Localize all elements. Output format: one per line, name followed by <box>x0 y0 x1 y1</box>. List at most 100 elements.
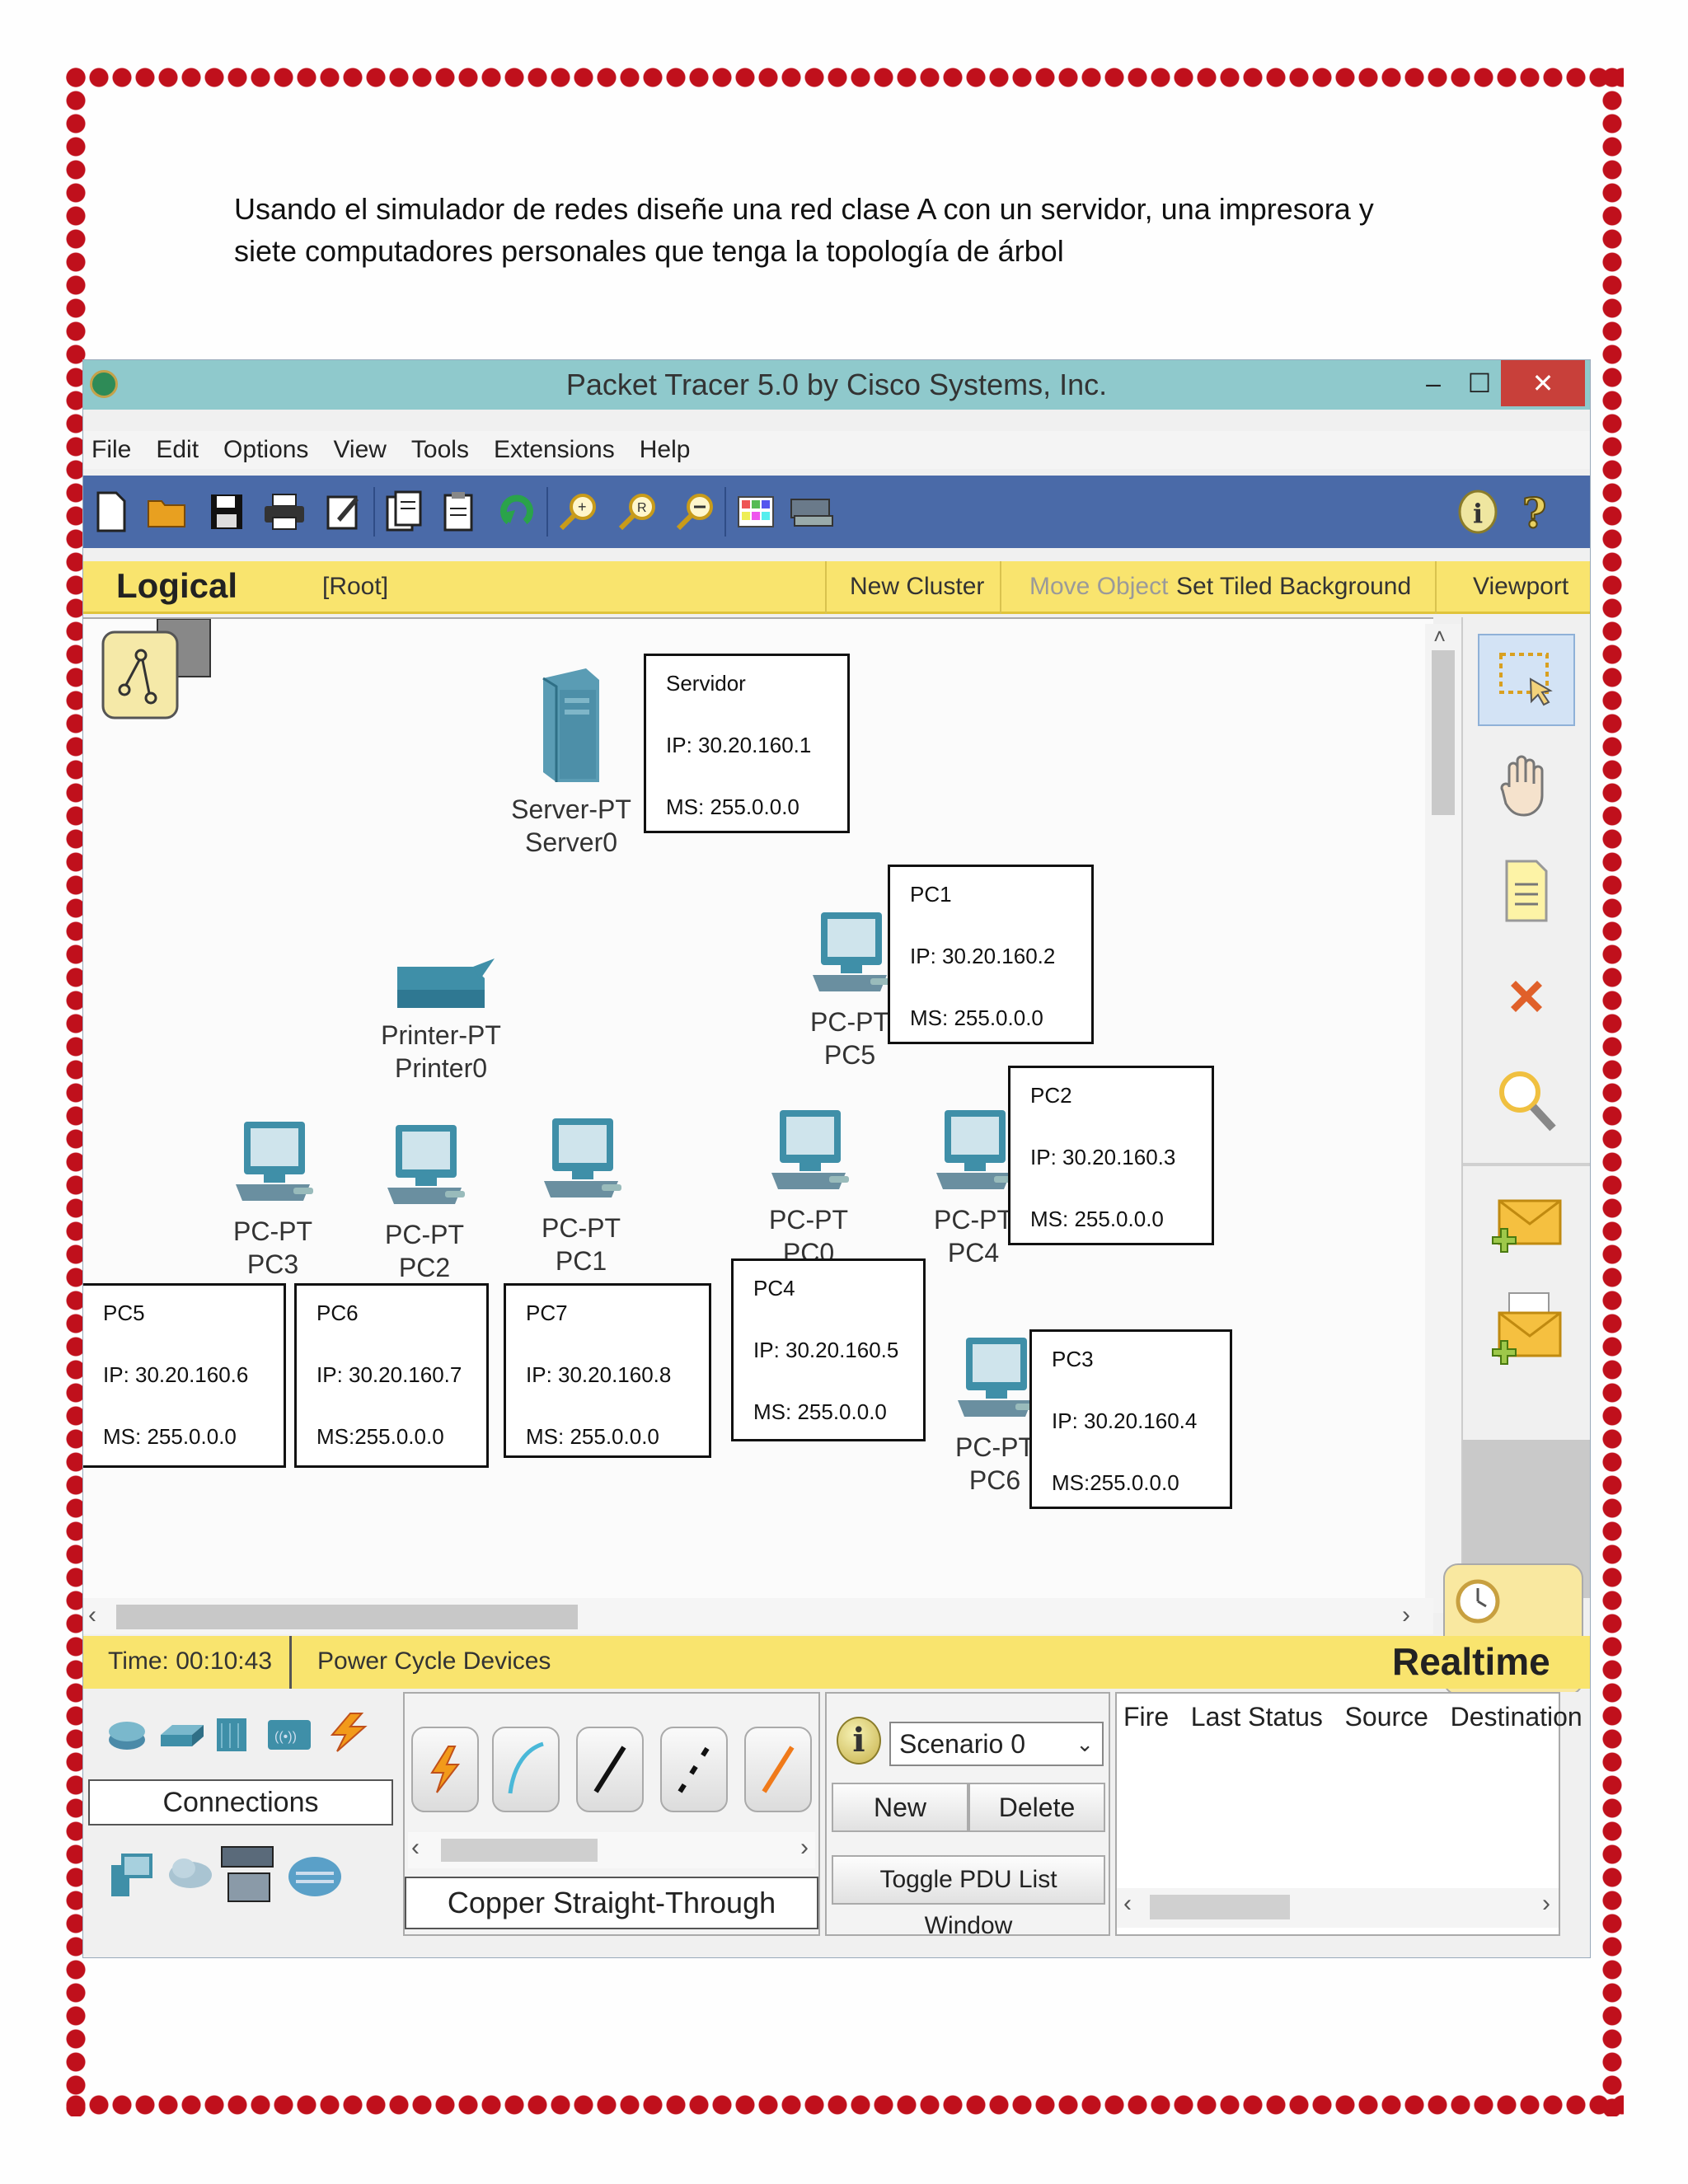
menu-tools[interactable]: Tools <box>411 436 469 464</box>
place-note-tool[interactable] <box>1478 845 1575 937</box>
info-icon[interactable]: i <box>1456 489 1499 535</box>
title-bar[interactable]: Packet Tracer 5.0 by Cisco Systems, Inc.… <box>83 360 1590 410</box>
canvas-horizontal-scrollbar[interactable]: ‹ › <box>83 1598 1433 1634</box>
new-file-icon[interactable] <box>90 489 133 535</box>
scroll-up-icon[interactable]: ˄ <box>1433 624 1446 649</box>
delete-tool[interactable] <box>1478 950 1575 1043</box>
time-display: Time: 00:10:43 <box>108 1647 272 1675</box>
label-mask: MS: 255.0.0.0 <box>753 1399 887 1424</box>
print-icon[interactable] <box>263 489 306 535</box>
pdu-column-destination[interactable]: Destination <box>1451 1702 1582 1732</box>
automatic-connection-button[interactable] <box>411 1727 479 1812</box>
palette-icon[interactable] <box>734 489 777 535</box>
pdu-list-scrollbar[interactable]: ‹ › <box>1117 1888 1559 1928</box>
wireless-category-icon[interactable]: ((•)) <box>266 1717 311 1751</box>
svg-text:?: ? <box>1522 490 1546 534</box>
device-name-label: PC3 <box>246 1249 299 1279</box>
pdu-column-last-status[interactable]: Last Status <box>1191 1702 1323 1732</box>
realtime-mode-label[interactable]: Realtime <box>1392 1639 1550 1684</box>
hubs-category-icon[interactable] <box>213 1715 253 1751</box>
logical-tab[interactable]: Logical <box>116 566 237 606</box>
toggle-pdu-list-button[interactable]: Toggle PDU List Window <box>832 1855 1105 1939</box>
inspect-tool[interactable] <box>1478 1054 1575 1146</box>
pc-device[interactable]: PC-PT PC3 <box>207 1117 339 1281</box>
custom-made-devices-category-icon[interactable] <box>220 1844 274 1905</box>
custom-device-icon[interactable] <box>785 489 838 535</box>
open-folder-icon[interactable] <box>146 489 189 535</box>
menu-view[interactable]: View <box>333 436 386 464</box>
scroll-right-icon[interactable]: › <box>800 1834 809 1862</box>
new-cluster-button[interactable]: New Cluster <box>850 573 984 601</box>
end-devices-category-icon[interactable] <box>110 1849 156 1898</box>
menu-help[interactable]: Help <box>640 436 691 464</box>
device-name-label: Printer0 <box>394 1053 488 1083</box>
logical-workspace-canvas[interactable]: Server-PT Server0 Printer-PT Printer0 PC… <box>83 617 1433 1598</box>
delete-scenario-button[interactable]: Delete <box>968 1783 1105 1832</box>
move-object-button[interactable]: Move Object <box>1029 573 1168 601</box>
multiuser-connection-category-icon[interactable] <box>286 1849 344 1901</box>
scroll-left-icon[interactable]: ‹ <box>88 1601 96 1629</box>
logical-navigation-icon[interactable] <box>100 618 223 726</box>
pc-device[interactable]: PC-PT PC1 <box>515 1113 647 1277</box>
label-mask: MS: 255.0.0.0 <box>666 794 799 819</box>
ip-label-box: Servidor IP: 30.20.160.1 MS: 255.0.0.0 <box>644 654 850 833</box>
viewport-button[interactable]: Viewport <box>1473 573 1568 601</box>
connection-types-scrollbar[interactable]: ‹ › <box>408 1832 815 1868</box>
select-tool[interactable] <box>1478 634 1575 726</box>
menu-file[interactable]: File <box>91 436 131 464</box>
pdu-list-panel: Fire Last Status Source Destination ‹ › <box>1115 1692 1582 1936</box>
switches-category-icon[interactable] <box>159 1720 204 1755</box>
new-scenario-button[interactable]: New <box>832 1783 968 1832</box>
pdu-column-source[interactable]: Source <box>1345 1702 1428 1732</box>
canvas-vertical-scrollbar[interactable]: ˄ <box>1425 624 1461 1613</box>
pc-device[interactable]: PC-PT PC0 <box>743 1105 874 1269</box>
move-layout-tool[interactable] <box>1478 739 1575 832</box>
scroll-thumb[interactable] <box>116 1605 578 1629</box>
printer-device[interactable]: Printer-PT Printer0 <box>375 957 507 1085</box>
console-connection-button[interactable] <box>492 1727 560 1812</box>
copy-icon[interactable] <box>383 489 426 535</box>
zoom-out-icon[interactable] <box>673 489 716 535</box>
activity-wizard-icon[interactable] <box>322 489 365 535</box>
pdu-column-fire[interactable]: Fire <box>1123 1702 1169 1732</box>
paste-icon[interactable] <box>439 489 482 535</box>
scenario-select[interactable]: Scenario 0 ⌄ <box>889 1722 1104 1766</box>
copper-straight-through-button[interactable] <box>576 1727 644 1812</box>
svg-text:i: i <box>1473 498 1483 529</box>
scroll-right-icon[interactable]: › <box>1542 1890 1550 1918</box>
save-icon[interactable] <box>205 489 248 535</box>
scroll-right-icon[interactable]: › <box>1402 1601 1410 1629</box>
minimize-button[interactable]: – <box>1410 360 1456 406</box>
scroll-thumb[interactable] <box>1150 1895 1290 1919</box>
pc-device[interactable]: PC-PT PC2 <box>359 1120 490 1284</box>
power-cycle-devices-button[interactable]: Power Cycle Devices <box>317 1647 551 1675</box>
pc-icon <box>387 1125 465 1204</box>
device-type-label: PC-PT <box>385 1220 464 1249</box>
zoom-reset-icon[interactable]: R <box>616 489 659 535</box>
add-simple-pdu-tool[interactable] <box>1478 1181 1575 1273</box>
menu-extensions[interactable]: Extensions <box>494 436 615 464</box>
menu-edit[interactable]: Edit <box>156 436 199 464</box>
menu-options[interactable]: Options <box>223 436 308 464</box>
fiber-connection-button[interactable] <box>744 1727 812 1812</box>
label-title: Servidor <box>666 671 746 696</box>
undo-icon[interactable] <box>495 489 538 535</box>
scroll-left-icon[interactable]: ‹ <box>1123 1890 1132 1918</box>
wan-emulation-category-icon[interactable] <box>167 1854 213 1891</box>
maximize-button[interactable]: ☐ <box>1456 360 1503 406</box>
routers-category-icon[interactable] <box>106 1717 146 1751</box>
scroll-thumb[interactable] <box>441 1839 598 1862</box>
scenario-info-icon[interactable]: i <box>837 1717 881 1765</box>
scroll-thumb[interactable] <box>1432 650 1455 815</box>
set-tiled-background-button[interactable]: Set Tiled Background <box>1176 573 1411 601</box>
connections-category-icon[interactable] <box>326 1712 368 1752</box>
root-breadcrumb[interactable]: [Root] <box>322 573 388 601</box>
label-ip: IP: 30.20.160.1 <box>666 733 812 757</box>
scroll-left-icon[interactable]: ‹ <box>411 1834 420 1862</box>
close-button[interactable]: ✕ <box>1501 360 1585 406</box>
add-complex-pdu-tool[interactable] <box>1478 1285 1575 1377</box>
copper-cross-over-button[interactable] <box>660 1727 728 1812</box>
zoom-in-icon[interactable]: + <box>556 489 599 535</box>
help-icon[interactable]: ? <box>1514 489 1557 535</box>
server-device[interactable]: Server-PT Server0 <box>505 662 637 859</box>
